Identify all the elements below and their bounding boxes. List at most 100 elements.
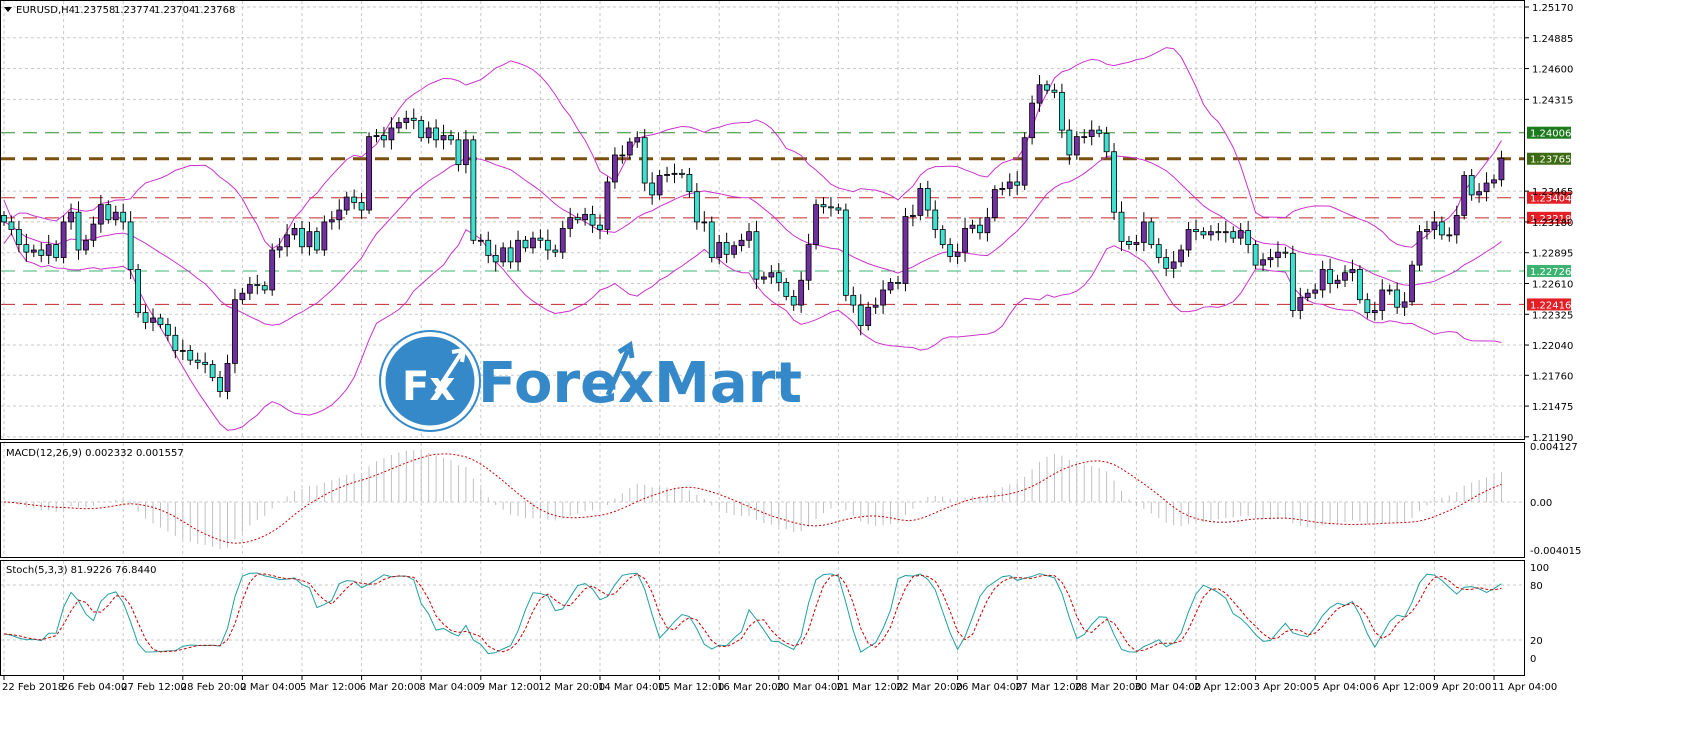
candle-bullish: [425, 127, 432, 139]
level-tag-label: 1.22726: [1530, 267, 1571, 278]
time-label: 11 Apr 04:00: [1492, 682, 1557, 693]
candle-bearish: [597, 224, 603, 230]
level-tag-label: 1.24006: [1530, 129, 1571, 140]
candle-bullish: [1140, 221, 1147, 243]
candle-bearish: [932, 209, 939, 230]
candle-bearish: [1163, 257, 1170, 269]
candle-bearish: [217, 377, 223, 392]
time-label: 16 Mar 20:00: [717, 682, 784, 693]
time-label: 3 Apr 20:00: [1254, 682, 1313, 693]
candle-bearish: [679, 172, 685, 175]
candle-bullish: [500, 247, 507, 263]
time-label: 9 Apr 20:00: [1432, 682, 1491, 693]
candle-bearish: [1252, 244, 1259, 266]
candle-bullish: [1036, 84, 1043, 104]
candle-bearish: [552, 249, 559, 253]
candle-bullish: [90, 223, 97, 241]
candle-bearish: [1357, 269, 1363, 301]
price-label: 1.23180: [1532, 218, 1573, 229]
candle-bearish: [574, 217, 581, 221]
candle-bullish: [462, 139, 469, 166]
candle-bearish: [939, 229, 946, 245]
chart-window[interactable]: 1.240061.237651.234041.232181.227261.224…: [0, 0, 1682, 745]
candle-bullish: [805, 244, 812, 281]
candle-bearish: [649, 182, 656, 196]
price-label: 1.24315: [1532, 95, 1573, 106]
candle-bullish: [716, 242, 723, 258]
price-label: 1.22325: [1532, 310, 1573, 321]
candle-bullish: [1349, 269, 1356, 274]
candle-bullish: [865, 306, 872, 326]
stoch-axis-0: 0: [1530, 654, 1536, 665]
candle-bullish: [1312, 289, 1319, 294]
candle-bullish: [1386, 289, 1393, 292]
candle-bearish: [947, 244, 954, 257]
candle-bearish: [790, 296, 797, 306]
logo-mark: Fx: [402, 364, 455, 410]
candle-bearish: [1014, 181, 1021, 186]
candle-bullish: [1371, 310, 1378, 314]
candle-bullish: [373, 135, 380, 138]
candle-bullish: [328, 219, 335, 223]
candle-bearish: [1282, 251, 1289, 254]
candle-bullish: [962, 227, 968, 253]
candle-bullish: [984, 217, 991, 234]
logo-text: ForexMart: [478, 351, 802, 416]
candle-bullish: [1088, 129, 1095, 137]
candle-bullish: [1178, 249, 1184, 263]
candle-bullish: [1401, 301, 1408, 308]
candle-bearish: [1289, 252, 1296, 311]
candle-bullish: [1424, 229, 1430, 233]
time-label: 22 Mar 20:00: [896, 682, 963, 693]
candle-bullish: [1483, 182, 1490, 193]
time-label: 28 Mar 20:00: [1075, 682, 1142, 693]
candle-bearish: [1193, 229, 1199, 233]
candle-bullish: [746, 231, 752, 241]
time-label: 26 Mar 04:00: [956, 682, 1023, 693]
time-label: 5 Apr 04:00: [1313, 682, 1372, 693]
time-label: 12 Mar 20:00: [538, 682, 605, 693]
candle-bullish: [910, 215, 916, 217]
collapse-triangle-icon[interactable]: [4, 7, 12, 12]
candle-bullish: [671, 172, 678, 175]
candle-bearish: [209, 364, 216, 378]
candle-bullish: [1416, 231, 1423, 266]
candle-bullish: [1208, 231, 1214, 236]
candle-bullish: [738, 239, 745, 247]
time-label: 9 Mar 12:00: [479, 682, 539, 693]
candle-bullish: [768, 272, 775, 278]
candle-bullish: [1170, 261, 1177, 269]
candle-bullish: [1081, 136, 1088, 139]
candle-bearish: [1103, 132, 1110, 153]
candle-bearish: [753, 231, 760, 280]
macd-indicator: [3, 450, 1502, 550]
candle-bullish: [991, 189, 998, 219]
candle-bearish: [1148, 221, 1155, 245]
price-label: 1.23465: [1532, 187, 1573, 198]
candle-bearish: [23, 244, 30, 253]
candle-bullish: [45, 244, 52, 256]
ohlc-low: 1.23704: [154, 5, 195, 16]
candle-bullish: [1446, 234, 1453, 237]
time-label: 6 Mar 20:00: [360, 682, 420, 693]
candle-bullish: [336, 209, 343, 221]
macd-panel-frame: [0, 442, 1525, 558]
candle-bullish: [917, 188, 924, 216]
candle-bullish: [515, 239, 521, 263]
candle-bullish: [306, 231, 313, 248]
time-label: 30 Mar 04:00: [1134, 682, 1201, 693]
candle-bullish: [366, 136, 372, 211]
candle-bullish: [872, 304, 879, 308]
candle-bullish: [1461, 175, 1468, 216]
price-label: 1.24600: [1532, 65, 1573, 76]
candle-bullish: [731, 245, 737, 255]
candle-bullish: [1275, 251, 1281, 258]
candle-bearish: [1155, 244, 1162, 258]
time-label: 26 Feb 04:00: [62, 682, 128, 693]
candle-bullish: [60, 221, 67, 258]
candle-bullish: [1476, 191, 1482, 196]
candle-bearish: [358, 202, 365, 211]
candle-bearish: [1394, 289, 1401, 308]
candle-bullish: [269, 249, 276, 291]
candle-bullish: [612, 154, 618, 183]
